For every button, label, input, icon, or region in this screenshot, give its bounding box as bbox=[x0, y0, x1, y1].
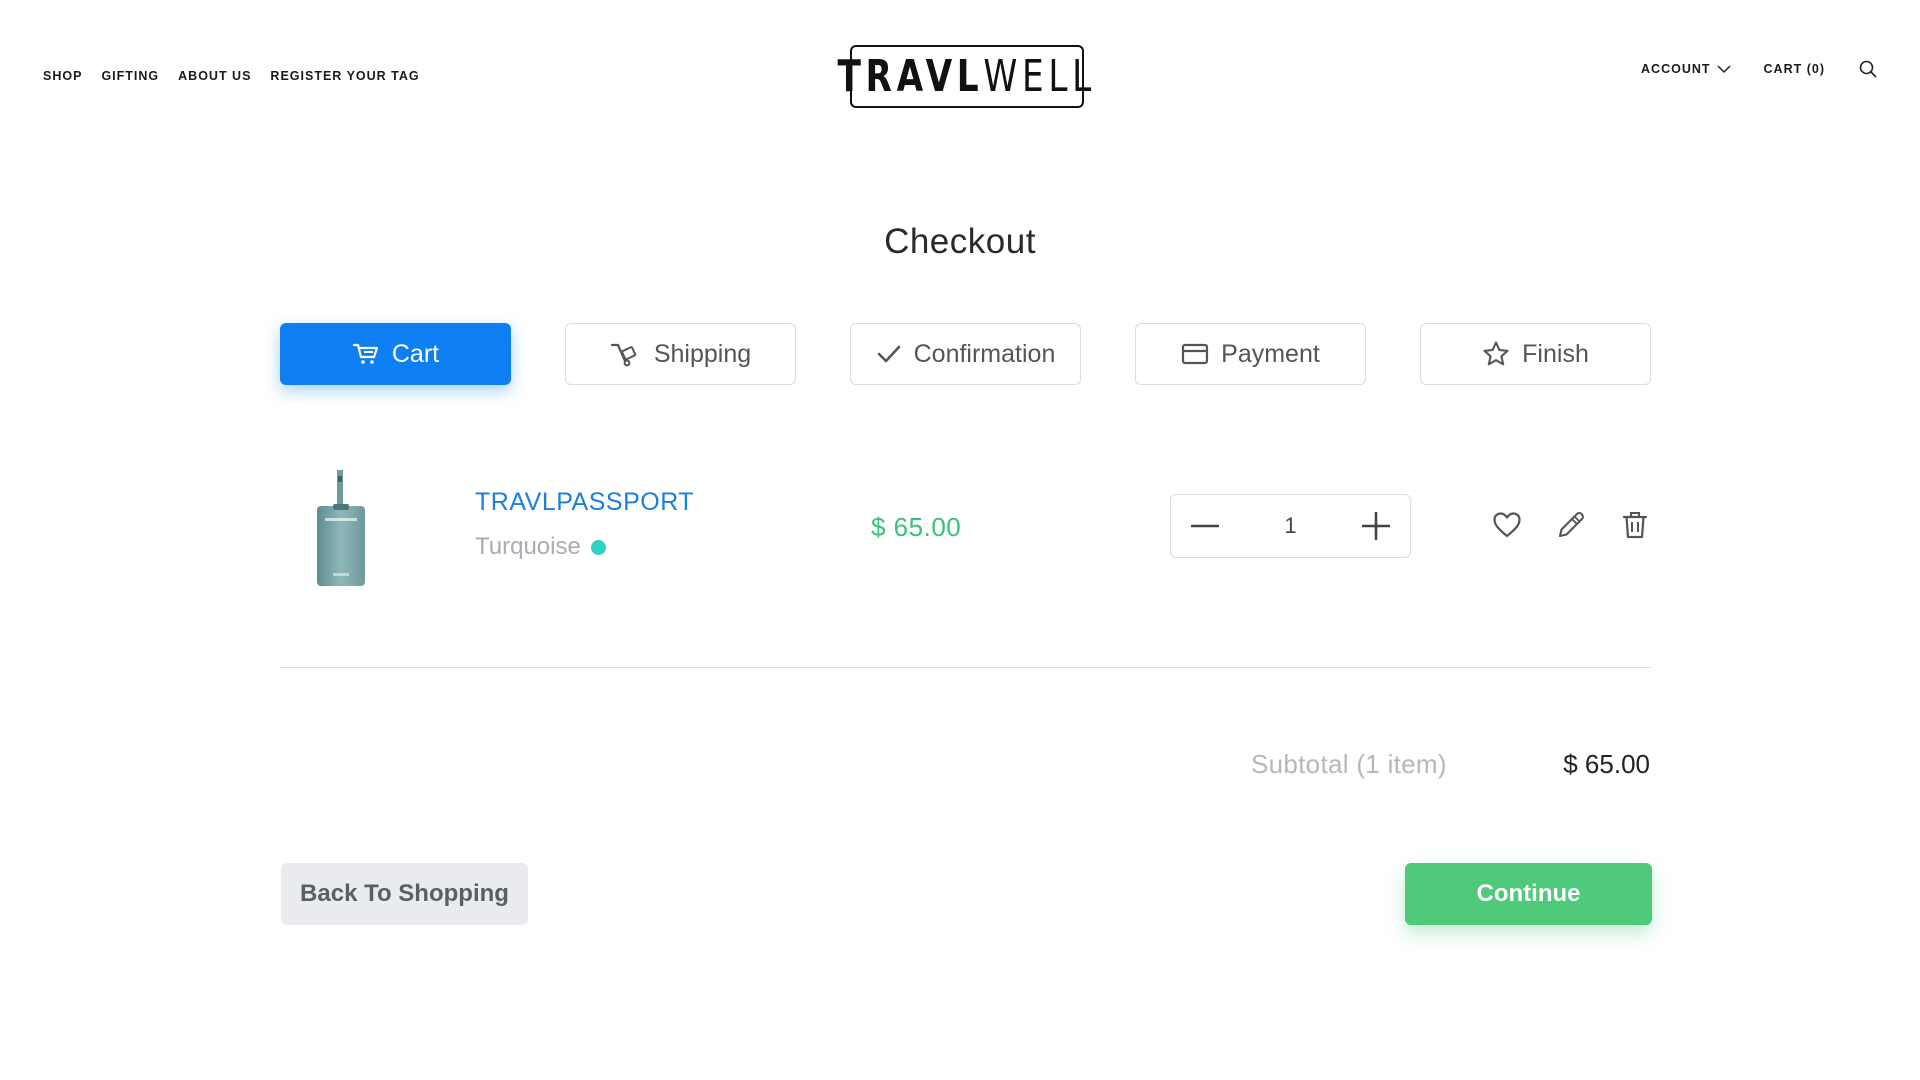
remove-item-button[interactable] bbox=[1618, 508, 1652, 542]
account-label: ACCOUNT bbox=[1641, 62, 1711, 76]
subtotal-label: Subtotal (1 item) bbox=[1251, 749, 1447, 779]
wishlist-button[interactable] bbox=[1490, 508, 1524, 542]
increase-quantity-button[interactable] bbox=[1356, 506, 1396, 546]
step-shipping[interactable]: Shipping bbox=[565, 323, 796, 385]
heart-icon bbox=[1493, 512, 1521, 538]
logo-wordmark: TRAVL WELL bbox=[838, 51, 1096, 102]
edit-item-button[interactable] bbox=[1554, 508, 1588, 542]
pencil-icon bbox=[1558, 512, 1584, 538]
chevron-down-icon bbox=[1717, 65, 1731, 74]
step-confirmation[interactable]: Confirmation bbox=[850, 323, 1081, 385]
item-actions bbox=[1490, 508, 1652, 542]
page-title: Checkout bbox=[884, 222, 1036, 261]
step-cart-label: Cart bbox=[391, 339, 440, 368]
cart-item: TRAVLPASSPORT Turquoise $ 65.00 bbox=[280, 460, 1652, 590]
credit-card-icon bbox=[1182, 343, 1209, 365]
account-nav: ACCOUNT CART (0) bbox=[1641, 60, 1877, 78]
logo-text-thin: WELL bbox=[983, 51, 1097, 102]
hand-truck-icon bbox=[610, 343, 637, 367]
decrease-quantity-button[interactable] bbox=[1185, 506, 1225, 546]
step-finish[interactable]: Finish bbox=[1420, 323, 1651, 385]
nav-shop[interactable]: SHOP bbox=[43, 69, 82, 83]
step-payment-label: Payment bbox=[1221, 339, 1320, 368]
cart-icon bbox=[352, 343, 378, 364]
checkout-steps: Cart Shipping Confirmation Payment Finis… bbox=[280, 323, 1651, 385]
product-variant: Turquoise bbox=[475, 533, 606, 561]
back-to-shopping-button[interactable]: Back To Shopping bbox=[281, 863, 528, 925]
search-icon bbox=[1859, 60, 1877, 78]
plus-icon bbox=[1362, 512, 1390, 540]
step-cart[interactable]: Cart bbox=[280, 323, 511, 385]
trash-icon bbox=[1622, 511, 1648, 539]
nav-about-us[interactable]: ABOUT US bbox=[178, 69, 251, 83]
minus-icon bbox=[1191, 524, 1219, 528]
step-finish-label: Finish bbox=[1522, 339, 1589, 368]
product-image[interactable] bbox=[313, 468, 369, 592]
subtotal-value: $ 65.00 bbox=[1563, 749, 1650, 779]
main-nav: SHOP GIFTING ABOUT US REGISTER YOUR TAG bbox=[43, 69, 420, 83]
nav-gifting[interactable]: GIFTING bbox=[101, 69, 159, 83]
step-shipping-label: Shipping bbox=[653, 339, 752, 368]
product-price: $ 65.00 bbox=[871, 512, 962, 542]
cart-link-label: CART (0) bbox=[1763, 62, 1825, 76]
star-icon bbox=[1483, 341, 1509, 366]
quantity-stepper bbox=[1170, 494, 1411, 558]
step-confirmation-label: Confirmation bbox=[913, 339, 1056, 368]
nav-register-your-tag[interactable]: REGISTER YOUR TAG bbox=[270, 69, 419, 83]
variant-label: Turquoise bbox=[475, 533, 581, 560]
brand-logo[interactable]: TRAVL WELL bbox=[838, 45, 1092, 108]
cart-link[interactable]: CART (0) bbox=[1764, 62, 1825, 76]
search-button[interactable] bbox=[1859, 60, 1877, 78]
product-name-link[interactable]: TRAVLPASSPORT bbox=[475, 488, 694, 517]
check-icon bbox=[877, 345, 900, 363]
color-swatch bbox=[590, 539, 606, 555]
cart-divider bbox=[280, 667, 1652, 668]
quantity-input[interactable] bbox=[1260, 513, 1321, 539]
account-menu[interactable]: ACCOUNT bbox=[1641, 62, 1731, 76]
step-payment[interactable]: Payment bbox=[1135, 323, 1366, 385]
continue-button[interactable]: Continue bbox=[1405, 863, 1652, 925]
logo-text-bold: TRAVL bbox=[837, 51, 984, 102]
luggage-tag-image bbox=[317, 470, 365, 586]
